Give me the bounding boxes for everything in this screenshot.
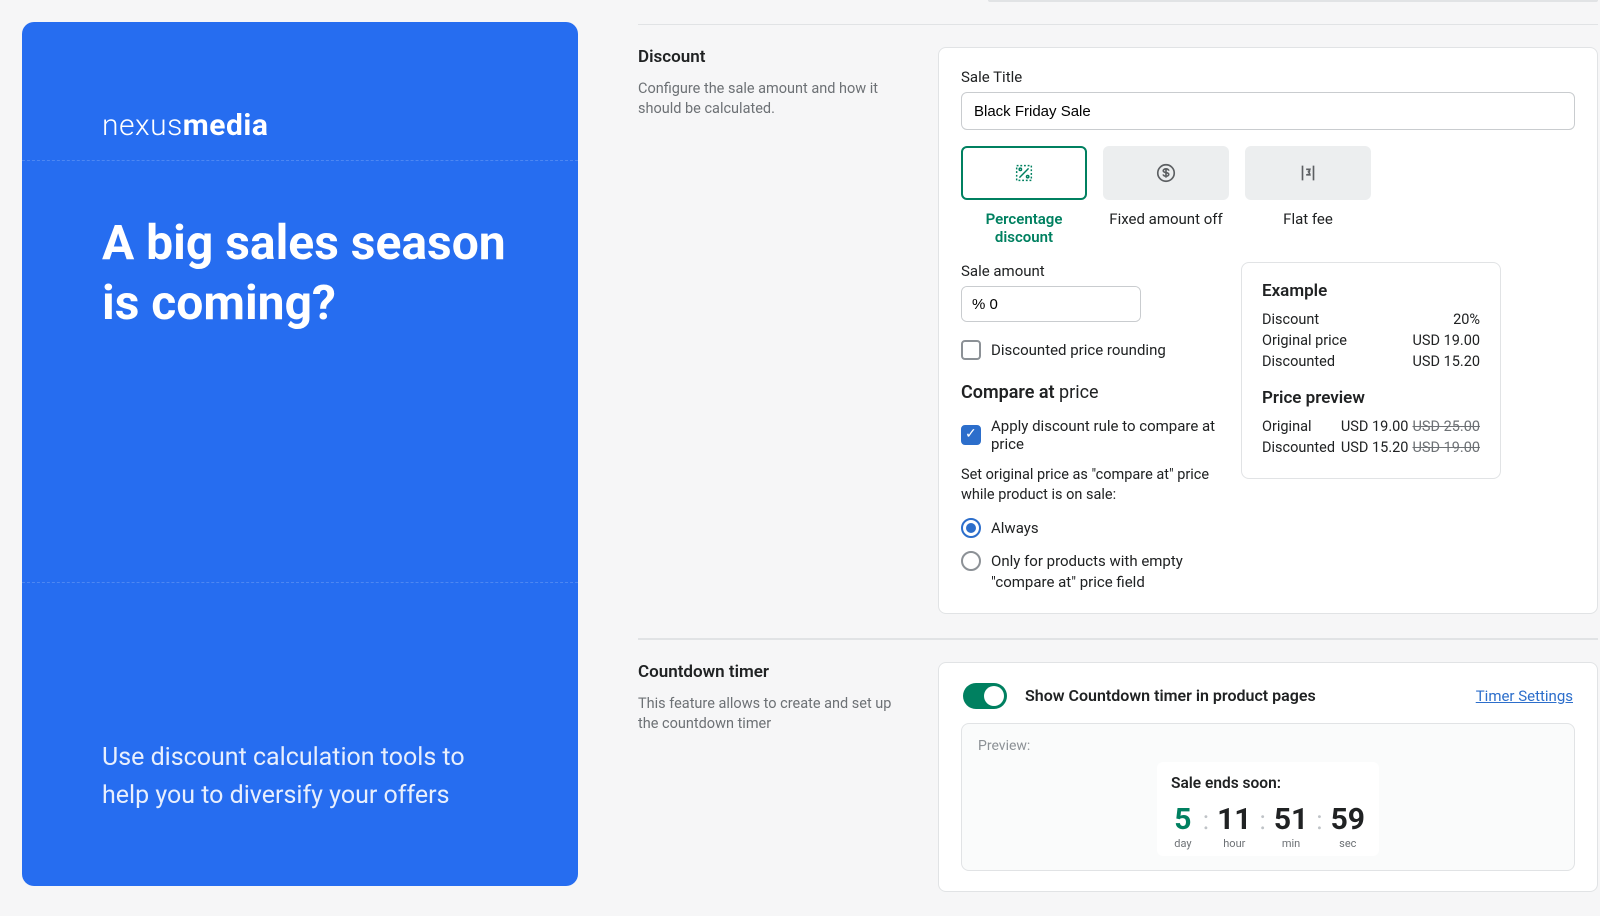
section-title: Discount	[638, 47, 898, 67]
timer-seg-sec: 59sec	[1331, 802, 1365, 850]
countdown-toggle[interactable]	[963, 683, 1007, 709]
rounding-label: Discounted price rounding	[991, 341, 1166, 359]
promo-subhead: Use discount calculation tools to help y…	[102, 739, 508, 817]
tile-percentage[interactable]: Percentage discount	[961, 146, 1087, 246]
logo-light: nexus	[102, 108, 183, 143]
tile-fixed[interactable]: Fixed amount off	[1103, 146, 1229, 246]
promo-card: nexusmedia A big sales season is coming?…	[22, 22, 578, 886]
section-help: This feature allows to create and set up…	[638, 694, 898, 735]
discount-type-tiles: Percentage discount Fixed amount off $ F…	[961, 146, 1575, 246]
dollar-circle-icon	[1155, 162, 1177, 184]
radio-only-empty-label: Only for products with empty "compare at…	[991, 551, 1221, 593]
discount-section: Discount Configure the sale amount and h…	[638, 24, 1598, 638]
timer-settings-link[interactable]: Timer Settings	[1476, 687, 1573, 705]
timer-card: Sale ends soon: 5day : 11hour : 51min :	[1157, 762, 1379, 856]
countdown-toggle-label: Show Countdown timer in product pages	[1025, 686, 1458, 705]
apply-rule-label: Apply discount rule to compare at price	[991, 417, 1221, 453]
price-tag-icon: $	[1297, 162, 1319, 184]
sale-title-input[interactable]	[961, 92, 1575, 130]
countdown-card: Show Countdown timer in product pages Ti…	[938, 662, 1598, 892]
main-content: Jeans collection #2 Delete Shorts collec…	[638, 0, 1598, 900]
price-preview-title: Price preview	[1262, 388, 1480, 408]
radio-always-label: Always	[991, 518, 1039, 539]
radio-always[interactable]	[961, 518, 981, 538]
preview-label: Preview:	[978, 738, 1558, 754]
sale-amount-label: Sale amount	[961, 262, 1221, 280]
countdown-section: Countdown timer This feature allows to c…	[638, 639, 1598, 916]
svg-text:$: $	[1307, 169, 1311, 177]
tile-label: Percentage discount	[961, 210, 1087, 246]
section-help: Configure the sale amount and how it sho…	[638, 79, 898, 120]
sale-title-label: Sale Title	[961, 68, 1575, 86]
timer-seg-min: 51min	[1274, 802, 1308, 850]
compare-at-header: Compare at price	[961, 382, 1221, 403]
apply-rule-checkbox[interactable]	[961, 425, 981, 445]
promo-headline: A big sales season is coming?	[102, 213, 508, 333]
timer-seg-hour: 11hour	[1217, 802, 1251, 850]
example-title: Example	[1262, 281, 1480, 301]
discount-card: Sale Title Percentage discount Fixed amo…	[938, 47, 1598, 614]
product-list-card: Jeans collection #2 Delete Shorts collec…	[988, 0, 1598, 2]
tile-label: Flat fee	[1245, 210, 1371, 228]
rounding-checkbox[interactable]	[961, 340, 981, 360]
brand-logo: nexusmedia	[102, 108, 508, 143]
radio-only-empty[interactable]	[961, 551, 981, 571]
timer-preview: Preview: Sale ends soon: 5day : 11hour :…	[961, 723, 1575, 871]
compare-helper: Set original price as "compare at" price…	[961, 465, 1221, 506]
product-row[interactable]: Jeans collection #2 Delete	[989, 1, 1597, 2]
sale-amount-stepper[interactable]: ▲ ▼	[961, 286, 1141, 322]
timer-title: Sale ends soon:	[1171, 774, 1365, 792]
percentage-icon	[1013, 162, 1035, 184]
example-panel: Example Discount20% Original priceUSD 19…	[1241, 262, 1501, 479]
tile-label: Fixed amount off	[1103, 210, 1229, 228]
timer-seg-day: 5day	[1171, 802, 1195, 850]
logo-bold: media	[183, 108, 269, 143]
tile-flat[interactable]: $ Flat fee	[1245, 146, 1371, 246]
section-title: Countdown timer	[638, 662, 898, 682]
sale-amount-input[interactable]	[962, 287, 1141, 321]
